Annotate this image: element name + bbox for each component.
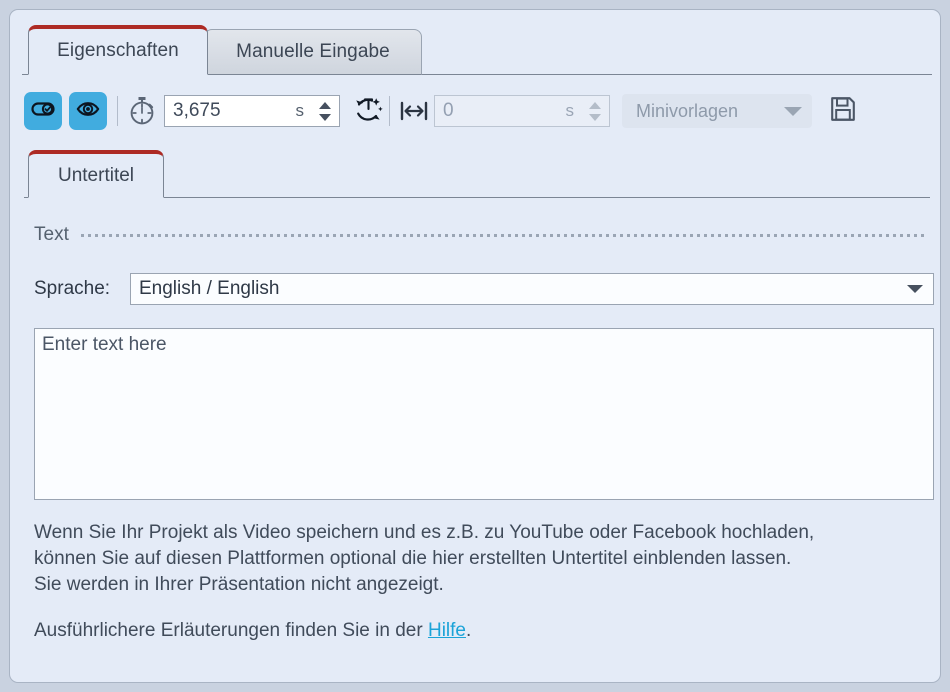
help-suffix: .: [466, 620, 471, 641]
toggle-switch-button[interactable]: [24, 92, 62, 130]
stopwatch-sparkle-icon: [352, 93, 384, 130]
horizontal-span-arrow-icon: [398, 94, 430, 128]
section-divider: [81, 234, 924, 237]
spinner-up-icon[interactable]: [589, 102, 601, 109]
sub-tab-strip: Untertitel: [10, 146, 942, 198]
spinner-down-icon[interactable]: [589, 114, 601, 121]
minivorlagen-label: Minivorlagen: [636, 101, 784, 122]
subtitle-text-input[interactable]: Enter text here: [34, 328, 934, 500]
language-row: Sprache: English / English: [34, 272, 934, 306]
chevron-down-icon: [784, 107, 802, 116]
toolbar: 3,675 s: [24, 85, 924, 137]
info-line-2: können Sie auf diesen Plattformen option…: [34, 546, 940, 572]
text-section-header: Text: [34, 222, 924, 248]
delay-spinner[interactable]: 0 s: [434, 95, 610, 127]
language-selected-value: English / English: [139, 278, 907, 300]
toolbar-separator-2: [389, 96, 390, 126]
app-root: Manuelle Eingabe Eigenschaften: [0, 0, 950, 692]
language-select[interactable]: English / English: [130, 273, 934, 305]
main-tab-strip: Manuelle Eingabe Eigenschaften: [10, 23, 942, 75]
duration-spinner[interactable]: 3,675 s: [164, 95, 340, 127]
info-line-3: Sie werden in Ihrer Präsentation nicht a…: [34, 572, 940, 598]
delay-value[interactable]: 0: [435, 100, 566, 122]
spinner-down-icon[interactable]: [319, 114, 331, 121]
visibility-button[interactable]: [69, 92, 107, 130]
help-link[interactable]: Hilfe: [428, 620, 466, 641]
minivorlagen-dropdown[interactable]: Minivorlagen: [622, 94, 812, 128]
duration-unit: s: [296, 101, 315, 121]
auto-timer-button[interactable]: [350, 94, 386, 128]
toggle-switch-check-icon: [31, 97, 55, 126]
info-paragraph: Wenn Sie Ihr Projekt als Video speichern…: [34, 520, 940, 598]
spinner-up-icon[interactable]: [319, 102, 331, 109]
floppy-disk-save-icon: [829, 95, 857, 128]
tab-eigenschaften-label: Eigenschaften: [57, 40, 179, 62]
properties-panel: Manuelle Eingabe Eigenschaften: [9, 9, 941, 683]
help-line: Ausführlichere Erläuterungen finden Sie …: [34, 620, 940, 642]
sub-tab-untertitel-label: Untertitel: [58, 165, 134, 187]
tab-manuelle-eingabe[interactable]: Manuelle Eingabe: [204, 29, 422, 75]
stopwatch-icon: [126, 94, 158, 128]
toolbar-separator-1: [117, 96, 118, 126]
tab-manuelle-eingabe-label: Manuelle Eingabe: [236, 41, 390, 63]
language-label: Sprache:: [34, 278, 130, 300]
delay-unit: s: [566, 101, 585, 121]
eye-icon: [76, 97, 100, 126]
chevron-down-icon: [907, 285, 923, 293]
duration-spinner-arrows[interactable]: [314, 96, 339, 126]
help-prefix: Ausführlichere Erläuterungen finden Sie …: [34, 620, 428, 641]
sub-tab-untertitel[interactable]: Untertitel: [28, 150, 164, 198]
info-line-1: Wenn Sie Ihr Projekt als Video speichern…: [34, 520, 940, 546]
tab-eigenschaften[interactable]: Eigenschaften: [28, 25, 208, 75]
save-button[interactable]: [824, 93, 862, 129]
duration-value[interactable]: 3,675: [165, 100, 296, 122]
section-title: Text: [34, 224, 81, 246]
delay-spinner-arrows[interactable]: [584, 96, 609, 126]
